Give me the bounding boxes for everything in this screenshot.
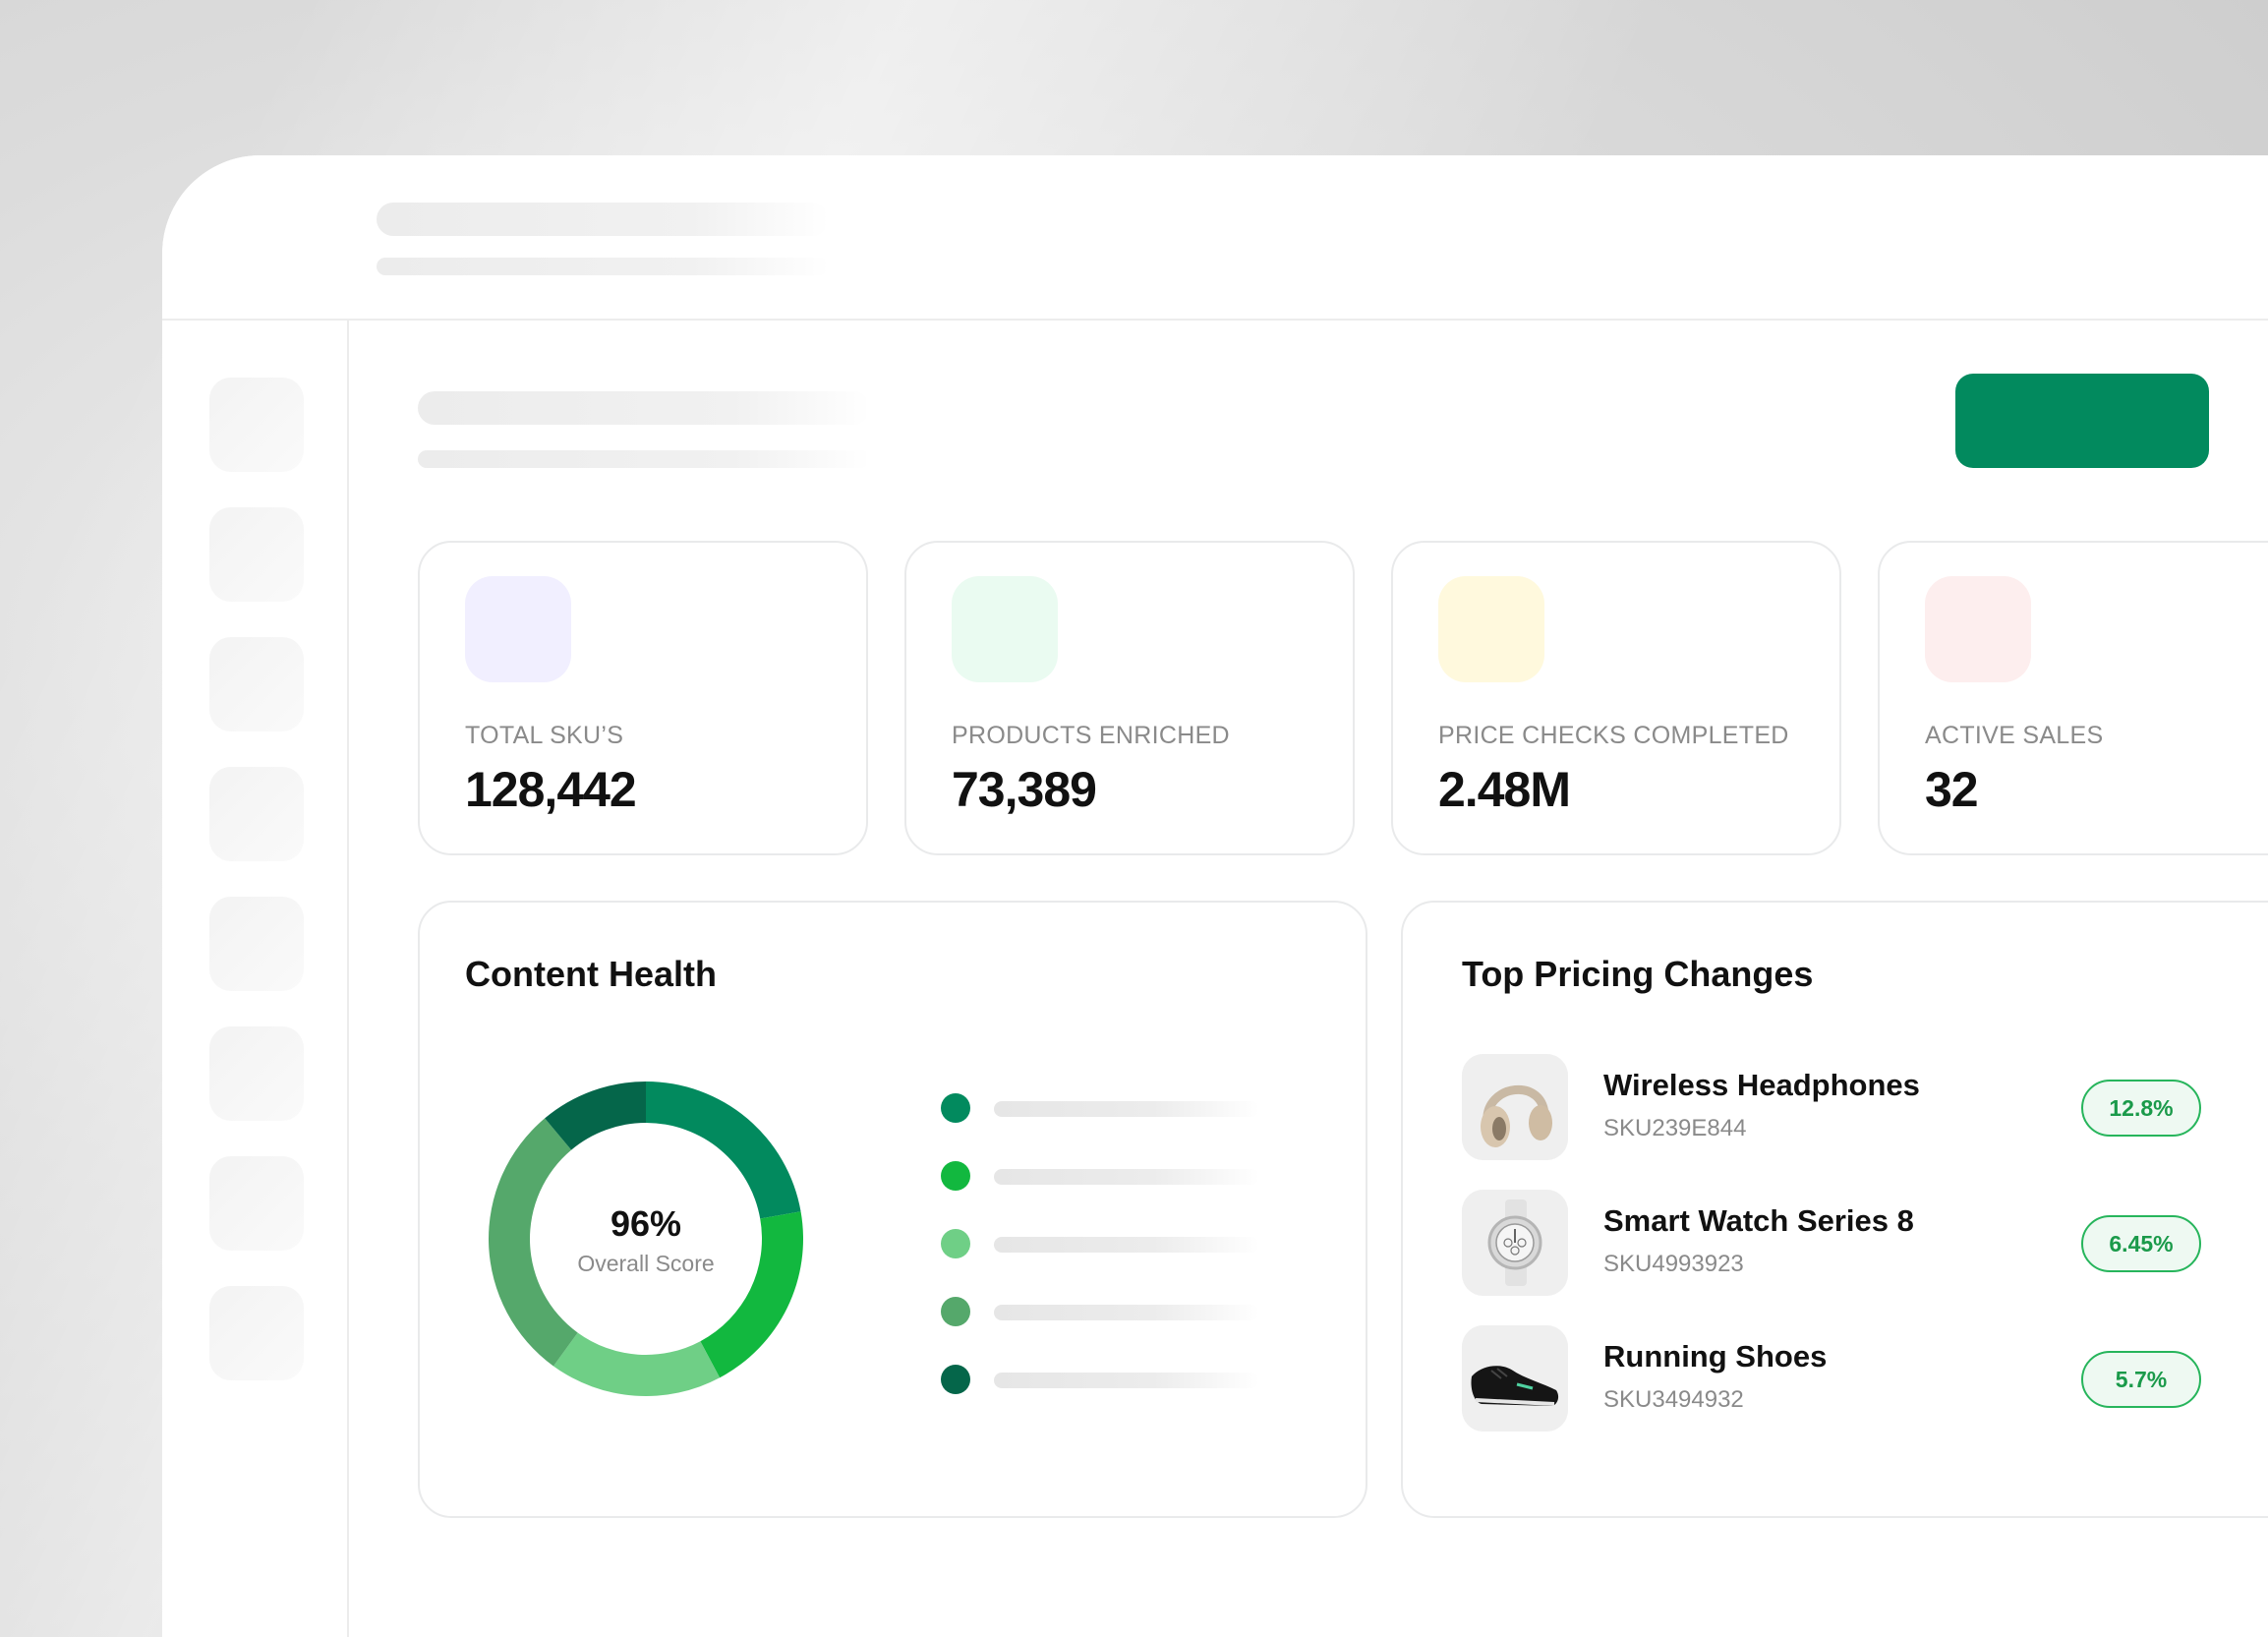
title-placeholder <box>377 203 829 236</box>
stat-value: 73,389 <box>952 762 1097 817</box>
stat-value: 2.48M <box>1438 762 1571 817</box>
stat-label: PRODUCTS ENRICHED <box>952 722 1230 749</box>
product-sku: SKU239E844 <box>1603 1115 1747 1141</box>
legend-dot <box>941 1365 970 1394</box>
change-badge: 6.45% <box>2081 1215 2201 1272</box>
primary-action-button[interactable] <box>1955 374 2209 468</box>
stat-icon-red <box>1925 576 2031 682</box>
sidebar-item-4[interactable] <box>209 767 304 861</box>
donut-center: 96% Overall Score <box>489 1082 803 1396</box>
headphones-icon <box>1462 1054 1568 1160</box>
stat-value: 128,442 <box>465 762 637 817</box>
stat-icon-yellow <box>1438 576 1544 682</box>
legend-item <box>941 1229 1275 1258</box>
stat-icon-green <box>952 576 1058 682</box>
legend-item <box>941 1297 1275 1326</box>
watch-icon <box>1462 1190 1568 1296</box>
legend-item <box>941 1365 1275 1394</box>
product-sku: SKU3494932 <box>1603 1386 1744 1413</box>
stat-label: TOTAL SKU’S <box>465 722 624 749</box>
stat-card-total-skus: TOTAL SKU’S 128,442 <box>418 541 868 855</box>
product-name: Running Shoes <box>1603 1339 1828 1374</box>
shoe-icon <box>1462 1325 1568 1432</box>
overall-score-caption: Overall Score <box>577 1251 715 1276</box>
panel-title: Content Health <box>465 954 717 994</box>
legend-item <box>941 1093 1275 1123</box>
sidebar-item-1[interactable] <box>209 378 304 472</box>
pricing-row[interactable]: Smart Watch Series 8 SKU4993923 6.45% <box>1462 1190 2219 1298</box>
content-health-panel: Content Health 96% Overall Score <box>418 901 1367 1518</box>
legend-dot <box>941 1161 970 1191</box>
stat-card-products-enriched: PRODUCTS ENRICHED 73,389 <box>904 541 1355 855</box>
pricing-row[interactable]: Running Shoes SKU3494932 5.7% <box>1462 1325 2219 1433</box>
stat-label: ACTIVE SALES <box>1925 722 2104 749</box>
legend-label-placeholder <box>994 1237 1259 1253</box>
legend-label-placeholder <box>994 1305 1259 1320</box>
panel-title: Top Pricing Changes <box>1462 954 1814 994</box>
stat-icon-purple <box>465 576 571 682</box>
change-badge: 12.8% <box>2081 1080 2201 1137</box>
sidebar-item-5[interactable] <box>209 897 304 991</box>
product-name: Smart Watch Series 8 <box>1603 1203 1914 1238</box>
stat-card-active-sales: ACTIVE SALES 32 <box>1878 541 2268 855</box>
legend-label-placeholder <box>994 1373 1259 1388</box>
stat-label: PRICE CHECKS COMPLETED <box>1438 722 1789 749</box>
page-title-placeholder <box>418 391 870 425</box>
sidebar-item-7[interactable] <box>209 1156 304 1251</box>
product-name: Wireless Headphones <box>1603 1068 1920 1102</box>
page-subtitle-placeholder <box>418 450 870 468</box>
pricing-row[interactable]: Wireless Headphones SKU239E844 12.8% <box>1462 1054 2219 1162</box>
top-bar <box>162 155 2268 321</box>
pricing-changes-panel: Top Pricing Changes Wireless Headphones … <box>1401 901 2268 1518</box>
stat-card-price-checks: PRICE CHECKS COMPLETED 2.48M <box>1391 541 1841 855</box>
product-sku: SKU4993923 <box>1603 1251 1744 1277</box>
legend-dot <box>941 1093 970 1123</box>
legend-dot <box>941 1297 970 1326</box>
legend-item <box>941 1161 1275 1191</box>
legend-label-placeholder <box>994 1169 1259 1185</box>
subtitle-placeholder <box>377 258 829 275</box>
app-window: TOTAL SKU’S 128,442 PRODUCTS ENRICHED 73… <box>162 155 2268 1637</box>
overall-score: 96% <box>610 1203 682 1244</box>
legend-dot <box>941 1229 970 1258</box>
sidebar <box>162 321 349 1637</box>
change-badge: 5.7% <box>2081 1351 2201 1408</box>
sidebar-item-8[interactable] <box>209 1286 304 1380</box>
sidebar-item-2[interactable] <box>209 507 304 602</box>
sidebar-item-3[interactable] <box>209 637 304 731</box>
legend-label-placeholder <box>994 1101 1259 1117</box>
stat-value: 32 <box>1925 762 1979 817</box>
sidebar-item-6[interactable] <box>209 1026 304 1121</box>
